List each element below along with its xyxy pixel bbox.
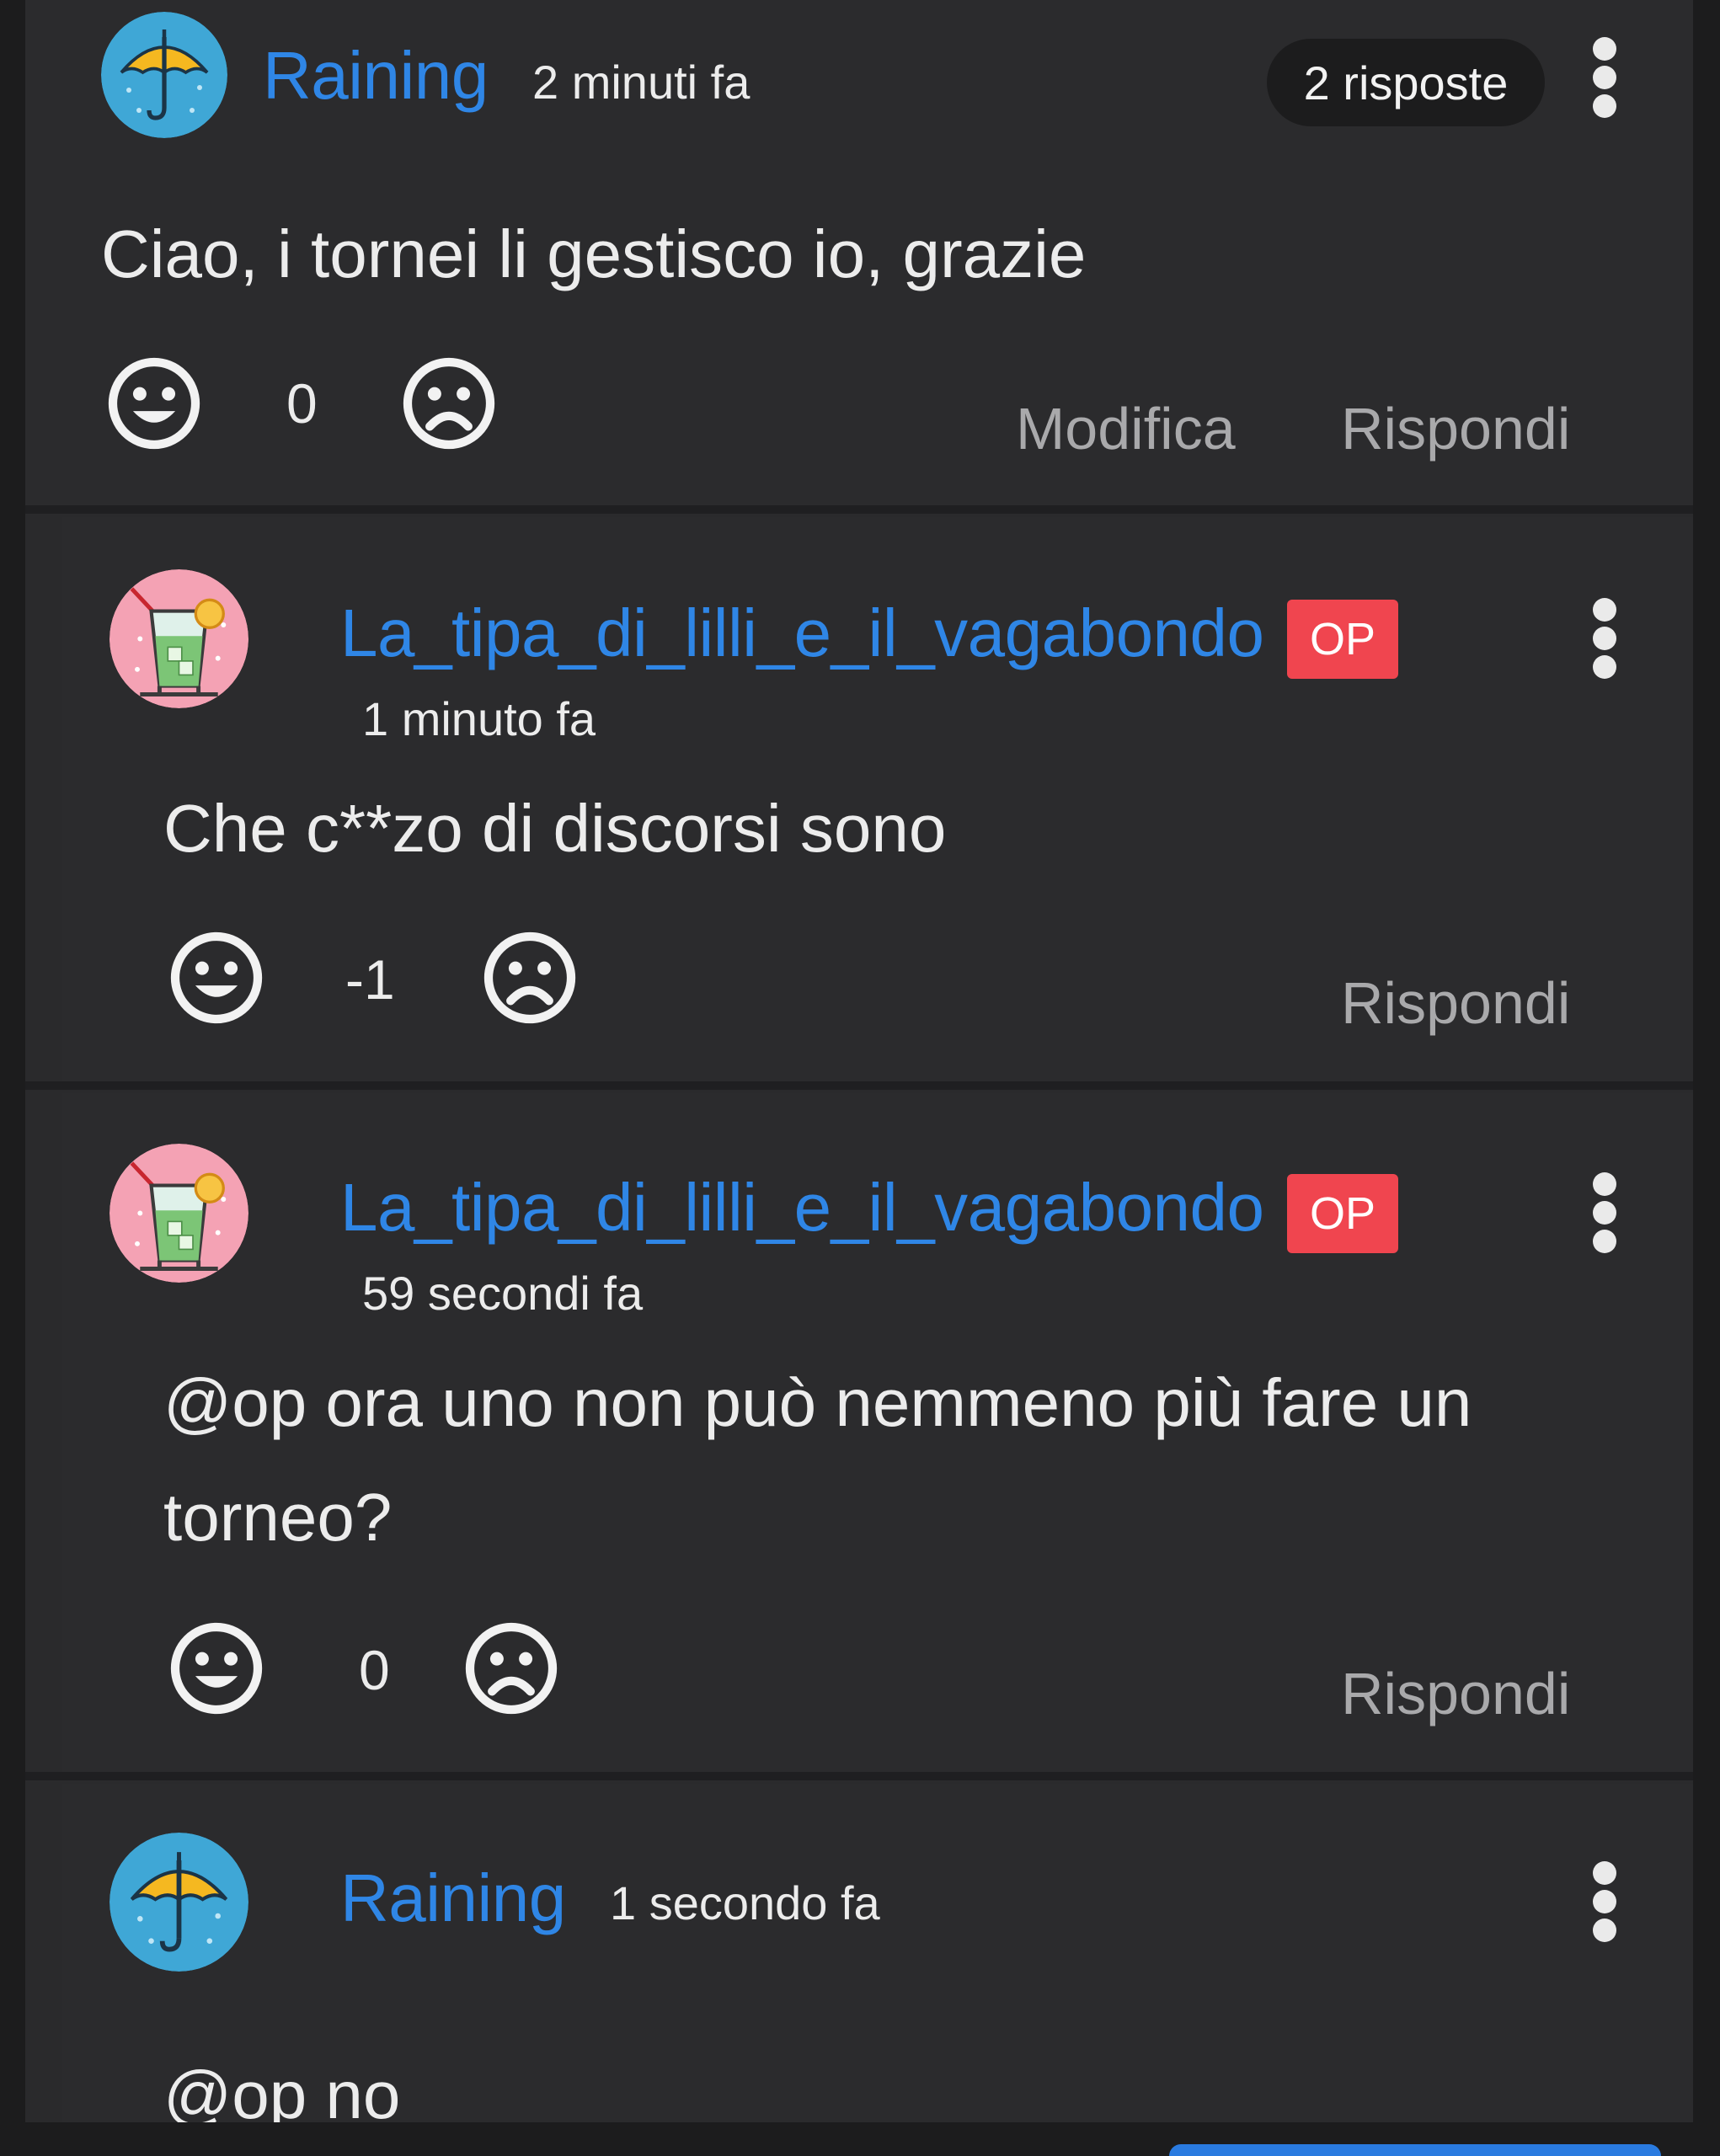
reply-comment: La_tipa_di_lilli_e_il_vagabondo OP 1 min… <box>62 517 1693 1081</box>
avatar-raining[interactable] <box>110 1833 248 1972</box>
upvote-smile-icon[interactable] <box>168 1620 264 1716</box>
username[interactable]: Raining <box>340 1865 566 1932</box>
op-badge: OP <box>1287 600 1398 679</box>
downvote-frown-icon[interactable] <box>401 355 497 451</box>
reply-button[interactable]: Rispondi <box>1341 974 1570 1033</box>
avatar-cocktail[interactable] <box>110 569 248 708</box>
comment-text-line: torneo? <box>163 1480 393 1555</box>
timestamp: 2 minuti fa <box>532 56 750 109</box>
reply-comment: Raining 1 secondo fa @op no <box>62 1784 1693 2122</box>
umbrella-icon <box>101 12 227 138</box>
comment-top: Raining 2 minuti fa 2 risposte Ciao, i t… <box>25 0 1693 505</box>
comment-text: Che c**zo di discorsi sono <box>163 791 947 866</box>
op-badge: OP <box>1287 1174 1398 1253</box>
umbrella-icon <box>110 1833 248 1972</box>
more-options-icon[interactable] <box>1590 1861 1619 1942</box>
username[interactable]: Raining <box>263 42 489 109</box>
timestamp: 59 secondi fa <box>362 1267 644 1320</box>
avatar-raining[interactable] <box>101 12 227 138</box>
more-options-icon[interactable] <box>1590 598 1619 679</box>
cocktail-icon <box>110 569 248 708</box>
reply-comment: La_tipa_di_lilli_e_il_vagabondo OP 59 se… <box>62 1093 1693 1772</box>
replies-count-button[interactable]: 2 risposte <box>1267 39 1545 126</box>
comment-text-line: @op ora uno non può nemmeno più fare un <box>163 1365 1472 1440</box>
divider <box>25 1772 1693 1780</box>
vote-score: 0 <box>359 1639 390 1701</box>
comment-thread: Raining 2 minuti fa 2 risposte Ciao, i t… <box>25 0 1693 2122</box>
more-options-icon[interactable] <box>1590 37 1619 118</box>
more-options-icon[interactable] <box>1590 1172 1619 1253</box>
comment-text: @op no <box>163 2057 401 2122</box>
timestamp: 1 minuto fa <box>362 692 596 745</box>
upvote-smile-icon[interactable] <box>168 930 264 1026</box>
avatar-cocktail[interactable] <box>110 1144 248 1283</box>
cocktail-icon <box>110 1144 248 1283</box>
edit-button[interactable]: Modifica <box>1016 399 1236 458</box>
comment-text: Ciao, i tornei li gestisco io, grazie <box>101 216 1087 291</box>
vote-score: 0 <box>286 372 318 435</box>
reply-button[interactable]: Rispondi <box>1341 399 1570 458</box>
vote-score: -1 <box>345 948 395 1011</box>
accent-bar <box>1169 2144 1661 2156</box>
timestamp: 1 secondo fa <box>610 1876 880 1929</box>
username[interactable]: La_tipa_di_lilli_e_il_vagabondo <box>340 1174 1264 1241</box>
reply-button[interactable]: Rispondi <box>1341 1664 1570 1723</box>
divider <box>25 505 1693 514</box>
downvote-frown-icon[interactable] <box>482 930 578 1026</box>
downvote-frown-icon[interactable] <box>463 1620 559 1716</box>
username[interactable]: La_tipa_di_lilli_e_il_vagabondo <box>340 600 1264 667</box>
divider <box>25 1081 1693 1090</box>
upvote-smile-icon[interactable] <box>106 355 202 451</box>
